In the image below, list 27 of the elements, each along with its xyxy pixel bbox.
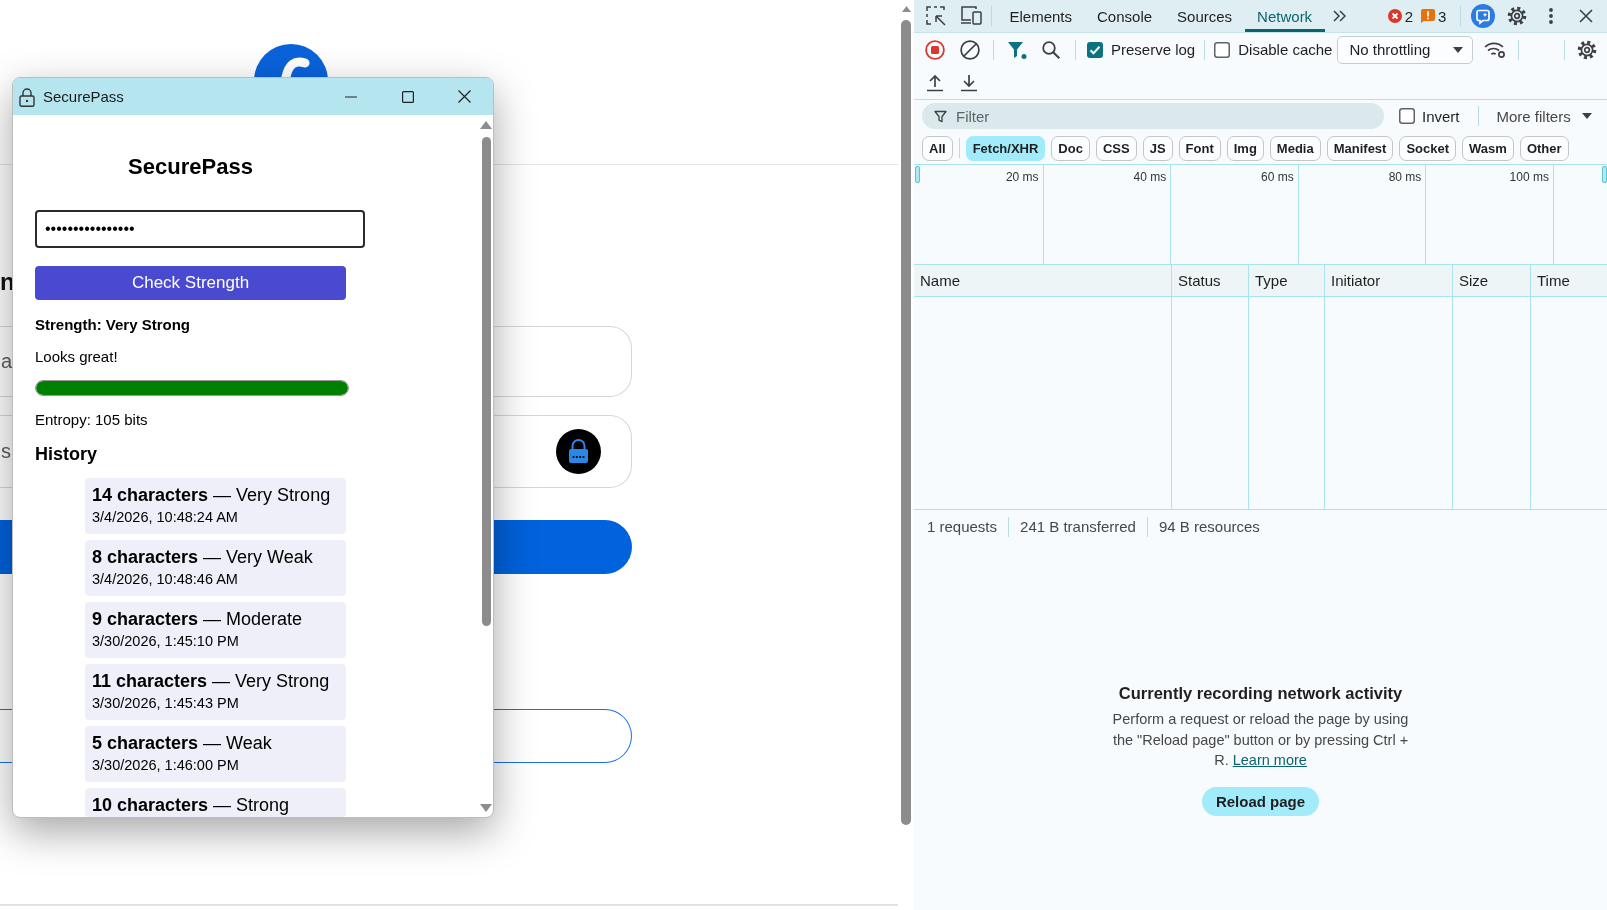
history-time: 3/4/2026, 10:48:24 AM — [92, 508, 239, 526]
history-title: 10 characters — Strong — [92, 794, 291, 816]
history-time: 3/30/2026, 1:45:43 PM — [92, 694, 240, 712]
timeline-tick-label: 100 ms — [1509, 170, 1549, 184]
status-text: 94 B resources — [1158, 518, 1260, 535]
history-title: 14 characters — Very Strong — [92, 484, 332, 506]
app-heading: SecurePass — [127, 154, 254, 180]
status-text: 1 requests — [927, 518, 998, 535]
history-title: 9 characters — Moderate — [92, 608, 304, 630]
history-time: 3/30/2026, 1:45:10 PM — [92, 632, 240, 650]
timeline-tick-label: 40 ms — [1133, 170, 1167, 184]
strength-label: Strength: Very Strong — [35, 316, 191, 334]
feedback-message: Looks great! — [35, 348, 118, 366]
history-heading: History — [35, 443, 97, 465]
empty-state-title: Currently recording network activity — [1118, 683, 1403, 704]
history-time: 3/4/2026, 10:48:46 AM — [92, 570, 239, 588]
timeline-tick-label: 60 ms — [1261, 170, 1294, 184]
empty-state-text: Perform a request or reload the page by using the "Reload page" button or by pressing Ctrl + R. Learn more — [1111, 710, 1410, 770]
history-title: 11 characters — Very Strong — [92, 670, 331, 692]
history-title: 8 characters — Very Weak — [92, 546, 314, 568]
history-title: 5 characters — Weak — [92, 732, 273, 754]
entropy-label: Entropy: 105 bits — [35, 411, 148, 429]
timeline-tick-label: 80 ms — [1388, 170, 1422, 184]
status-text: 241 B transferred — [1020, 518, 1136, 535]
timeline-tick-label: 20 ms — [1005, 170, 1039, 184]
history-time: 3/30/2026, 1:46:00 PM — [92, 756, 240, 774]
window-title: SecurePass — [43, 88, 124, 105]
